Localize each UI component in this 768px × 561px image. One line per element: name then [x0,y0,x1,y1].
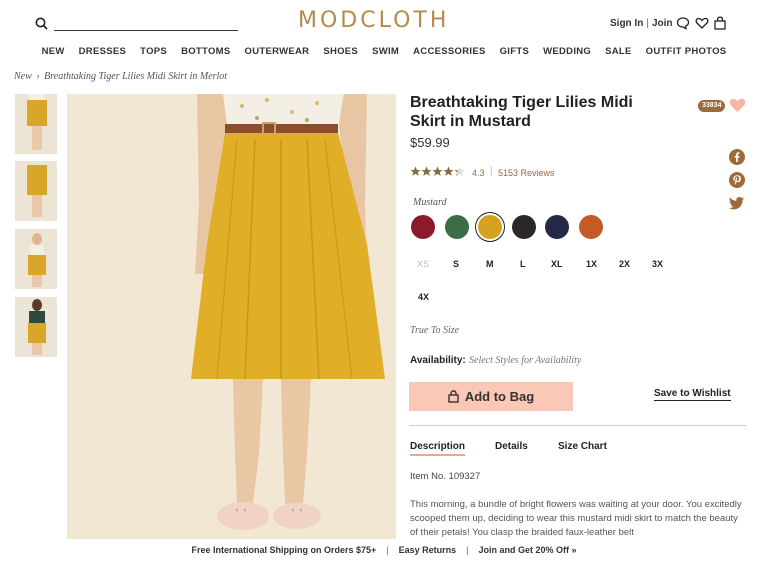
facebook-icon[interactable] [729,149,745,165]
breadcrumb-new[interactable]: New [14,71,32,82]
swatch-merlot[interactable] [411,215,435,239]
promo-join[interactable]: Join and Get 20% Off » [478,545,576,555]
nav-item-outerwear[interactable]: OUTERWEAR [245,46,310,60]
account-links: Sign In | Join [610,18,673,29]
nav-item-shoes[interactable]: SHOES [323,46,358,60]
product-price: $59.99 [410,135,450,150]
nav-item-gifts[interactable]: GIFTS [500,46,529,60]
add-to-bag-label: Add to Bag [464,389,535,404]
nav-item-outfit-photos[interactable]: OUTFIT PHOTOS [646,46,727,60]
nav-item-swim[interactable]: SWIM [372,46,399,60]
promo-returns[interactable]: Easy Returns [399,545,457,555]
size-l[interactable]: L [520,259,526,269]
thumbnail-1[interactable] [15,94,57,154]
promo-bar: Free International Shipping on Orders $7… [0,539,768,561]
size-xs[interactable]: XS [417,259,429,269]
breadcrumb: New › Breathtaking Tiger Lilies Midi Ski… [14,71,227,82]
site-header: MODCLOTH Sign In | Join [0,0,768,44]
add-to-bag-button[interactable]: Add to Bag [409,382,573,411]
swatch-black[interactable] [512,215,536,239]
logo[interactable]: MODCLOTH [298,8,449,33]
selected-color-label: Mustard [413,197,447,208]
rating-separator: | [490,166,493,177]
rating-value: 4.3 [472,168,485,178]
wishlist-count-badge: 33834 [698,100,726,112]
size-3x[interactable]: 3X [652,259,663,269]
tab-details[interactable]: Details [495,441,528,452]
sign-in-link[interactable]: Sign In [610,18,643,29]
rating-stars[interactable] [410,166,466,180]
size-4x[interactable]: 4X [418,292,429,302]
swatch-mustard[interactable] [478,215,502,239]
breadcrumb-current[interactable]: Breathtaking Tiger Lilies Midi Skirt in … [44,71,227,82]
pinterest-icon[interactable] [729,172,745,188]
star-rating-icon [410,166,465,176]
promo-separator: | [466,545,469,555]
availability-label: Availability: [410,355,466,366]
swatch-green[interactable] [445,215,469,239]
product-image[interactable] [67,94,396,539]
size-1x[interactable]: 1X [586,259,597,269]
fit-label: True To Size [410,325,460,336]
item-number: Item No. 109327 [410,471,481,482]
shopping-bag-icon[interactable] [713,16,727,30]
main-nav: NEW DRESSES TOPS BOTTOMS OUTERWEAR SHOES… [0,46,768,60]
reviews-link[interactable]: 5153 Reviews [498,168,555,178]
nav-item-tops[interactable]: TOPS [140,46,167,60]
size-xl[interactable]: XL [551,259,563,269]
nav-item-dresses[interactable]: DRESSES [79,46,127,60]
chat-icon[interactable] [676,16,690,30]
product-title: Breathtaking Tiger Lilies Midi Skirt in … [410,94,633,130]
nav-item-sale[interactable]: SALE [605,46,632,60]
favorite-heart-icon[interactable] [729,97,746,113]
swatch-navy[interactable] [545,215,569,239]
size-2x[interactable]: 2X [619,259,630,269]
thumbnail-3[interactable] [15,229,57,289]
breadcrumb-chevron-icon: › [33,71,43,82]
nav-item-wedding[interactable]: WEDDING [543,46,591,60]
twitter-icon[interactable] [729,195,745,211]
size-s[interactable]: S [453,259,459,269]
join-link[interactable]: Join [652,18,673,29]
save-to-wishlist-link[interactable]: Save to Wishlist [654,388,731,401]
promo-shipping[interactable]: Free International Shipping on Orders $7… [191,545,376,555]
product-description: This morning, a bundle of bright flowers… [410,499,742,538]
search-icon[interactable] [35,17,48,30]
tab-size-chart[interactable]: Size Chart [558,441,607,452]
thumbnail-2[interactable] [15,161,57,221]
tab-description[interactable]: Description [410,441,466,456]
lock-bag-icon [448,390,459,403]
swatch-rust[interactable] [579,215,603,239]
search-input[interactable] [54,30,238,31]
availability-value: Select Styles for Availability [469,355,582,366]
size-m[interactable]: M [486,259,494,269]
divider [409,425,746,426]
thumbnail-4[interactable] [15,297,57,357]
nav-item-accessories[interactable]: ACCESSORIES [413,46,485,60]
heart-icon[interactable] [695,16,709,30]
product-photo [67,94,396,539]
nav-item-bottoms[interactable]: BOTTOMS [181,46,230,60]
account-separator: | [646,18,649,29]
nav-item-new[interactable]: NEW [42,46,65,60]
promo-separator: | [386,545,389,555]
